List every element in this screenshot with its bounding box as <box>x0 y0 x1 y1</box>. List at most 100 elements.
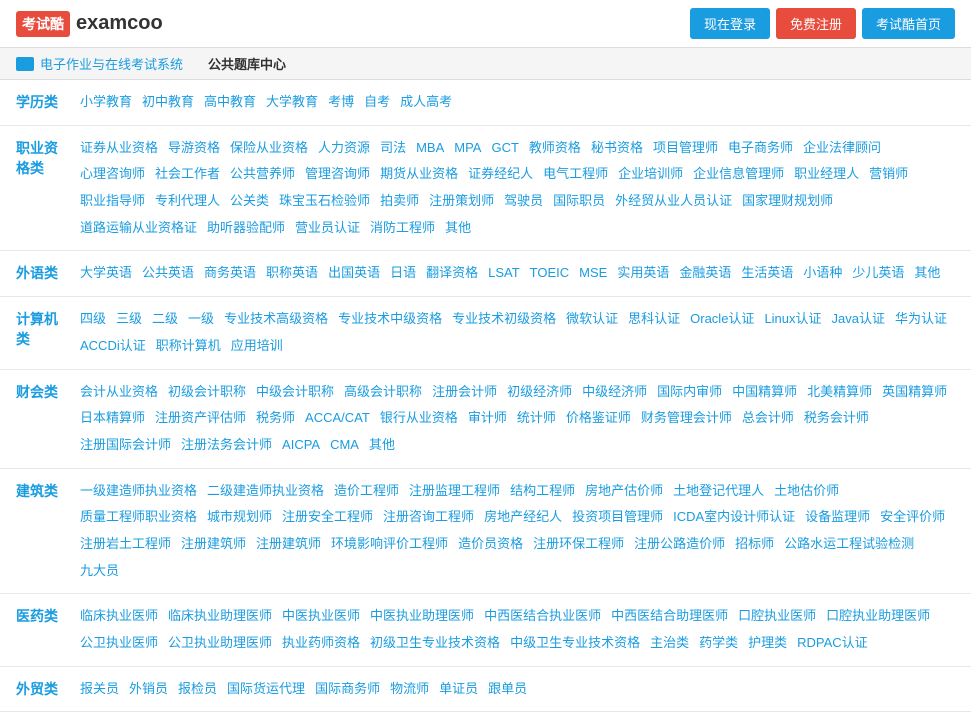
category-link-item[interactable]: 公卫执业医师 <box>80 631 158 656</box>
category-link-item[interactable]: 专业技术中级资格 <box>338 307 442 332</box>
category-link-item[interactable]: 初级经济师 <box>507 380 572 405</box>
category-link-item[interactable]: 其他 <box>445 216 471 241</box>
category-link-item[interactable]: 翻译资格 <box>426 261 478 286</box>
category-link-item[interactable]: 珠宝玉石检验师 <box>279 189 370 214</box>
category-link-item[interactable]: 设备监理师 <box>805 505 870 530</box>
category-link-item[interactable]: 应用培训 <box>231 334 283 359</box>
category-link-item[interactable]: 司法 <box>380 136 406 161</box>
category-link-item[interactable]: 药学类 <box>699 631 738 656</box>
category-link-item[interactable]: 中医执业助理医师 <box>370 604 474 629</box>
category-link-item[interactable]: 注册环保工程师 <box>533 532 624 557</box>
category-link-item[interactable]: 职业经理人 <box>794 162 859 187</box>
category-link-item[interactable]: Oracle认证 <box>690 307 754 332</box>
category-link-item[interactable]: 企业培训师 <box>618 162 683 187</box>
category-link-item[interactable]: 北美精算师 <box>807 380 872 405</box>
category-link-item[interactable]: 会计从业资格 <box>80 380 158 405</box>
category-link-item[interactable]: 注册公路造价师 <box>634 532 725 557</box>
category-link-item[interactable]: 报关员 <box>80 677 119 702</box>
category-link-item[interactable]: 国际货运代理 <box>227 677 305 702</box>
category-link-item[interactable]: 税务师 <box>256 406 295 431</box>
category-link-item[interactable]: 中级卫生专业技术资格 <box>510 631 640 656</box>
category-link-item[interactable]: 二级 <box>152 307 178 332</box>
category-link-item[interactable]: 统计师 <box>517 406 556 431</box>
category-link-item[interactable]: 口腔执业医师 <box>738 604 816 629</box>
category-link-item[interactable]: 电子商务师 <box>728 136 793 161</box>
category-link-item[interactable]: 一级建造师执业资格 <box>80 479 197 504</box>
category-link-item[interactable]: 教师资格 <box>529 136 581 161</box>
category-link-item[interactable]: 实用英语 <box>617 261 669 286</box>
category-link-item[interactable]: 其他 <box>914 261 940 286</box>
category-link-item[interactable]: Linux认证 <box>764 307 821 332</box>
category-link-item[interactable]: 其他 <box>369 433 395 458</box>
category-link-item[interactable]: 公卫执业助理医师 <box>168 631 272 656</box>
category-link-item[interactable]: 思科认证 <box>628 307 680 332</box>
category-link-item[interactable]: 注册岩土工程师 <box>80 532 171 557</box>
category-link-item[interactable]: MSE <box>579 261 607 286</box>
category-link-item[interactable]: 物流师 <box>390 677 429 702</box>
category-link-item[interactable]: 结构工程师 <box>510 479 575 504</box>
category-link-item[interactable]: RDPAC认证 <box>797 631 868 656</box>
category-link-item[interactable]: 中西医结合执业医师 <box>484 604 601 629</box>
category-link-item[interactable]: 微软认证 <box>566 307 618 332</box>
category-link-item[interactable]: 主治类 <box>650 631 689 656</box>
category-link-item[interactable]: 华为认证 <box>895 307 947 332</box>
category-link-item[interactable]: 房地产估价师 <box>585 479 663 504</box>
category-link-item[interactable]: 注册建筑师 <box>181 532 246 557</box>
category-link-item[interactable]: 外销员 <box>129 677 168 702</box>
category-link-item[interactable]: 注册国际会计师 <box>80 433 171 458</box>
category-link-item[interactable]: ICDA室内设计师认证 <box>673 505 795 530</box>
category-link-item[interactable]: 银行从业资格 <box>380 406 458 431</box>
category-link-item[interactable]: 造价员资格 <box>458 532 523 557</box>
category-link-item[interactable]: 中级会计职称 <box>256 380 334 405</box>
category-link-item[interactable]: 生活英语 <box>741 261 793 286</box>
category-link-item[interactable]: 注册策划师 <box>429 189 494 214</box>
category-link-item[interactable]: 日语 <box>390 261 416 286</box>
category-link-item[interactable]: 高中教育 <box>204 90 256 115</box>
category-link-item[interactable]: 注册建筑师 <box>256 532 321 557</box>
category-link-item[interactable]: 国际内审师 <box>657 380 722 405</box>
category-link-item[interactable]: 财务管理会计师 <box>641 406 732 431</box>
category-link-item[interactable]: 跟单员 <box>488 677 527 702</box>
category-link-item[interactable]: 国际职员 <box>553 189 605 214</box>
category-link-item[interactable]: 注册安全工程师 <box>282 505 373 530</box>
category-link-item[interactable]: CMA <box>330 433 359 458</box>
category-link-item[interactable]: 三级 <box>116 307 142 332</box>
category-link-item[interactable]: 大学英语 <box>80 261 132 286</box>
category-link-item[interactable]: 初中教育 <box>142 90 194 115</box>
category-link-item[interactable]: 小语种 <box>803 261 842 286</box>
category-link-item[interactable]: 四级 <box>80 307 106 332</box>
category-link-item[interactable]: 保险从业资格 <box>230 136 308 161</box>
category-link-item[interactable]: 口腔执业助理医师 <box>826 604 930 629</box>
category-link-item[interactable]: Java认证 <box>832 307 885 332</box>
category-link-item[interactable]: 临床执业助理医师 <box>168 604 272 629</box>
category-link-item[interactable]: AICPA <box>282 433 320 458</box>
category-link-item[interactable]: 项目管理师 <box>653 136 718 161</box>
category-link-item[interactable]: 心理咨询师 <box>80 162 145 187</box>
category-link-item[interactable]: ACCDi认证 <box>80 334 146 359</box>
category-link-item[interactable]: 中西医结合助理医师 <box>611 604 728 629</box>
category-link-item[interactable]: 总会计师 <box>742 406 794 431</box>
category-link-item[interactable]: 人力资源 <box>318 136 370 161</box>
category-link-item[interactable]: 小学教育 <box>80 90 132 115</box>
category-link-item[interactable]: LSAT <box>488 261 520 286</box>
category-link-item[interactable]: 临床执业医师 <box>80 604 158 629</box>
breadcrumb-link[interactable]: 电子作业与在线考试系统 <box>40 54 183 73</box>
category-link-item[interactable]: 助听器验配师 <box>207 216 285 241</box>
category-link-item[interactable]: MPA <box>454 136 481 161</box>
category-link-item[interactable]: 护理类 <box>748 631 787 656</box>
category-link-item[interactable]: 职称英语 <box>266 261 318 286</box>
category-link-item[interactable]: 报检员 <box>178 677 217 702</box>
category-link-item[interactable]: 道路运输从业资格证 <box>80 216 197 241</box>
category-link-item[interactable]: 注册监理工程师 <box>409 479 500 504</box>
category-link-item[interactable]: 环境影响评价工程师 <box>331 532 448 557</box>
category-link-item[interactable]: TOEIC <box>530 261 570 286</box>
category-link-item[interactable]: 期货从业资格 <box>380 162 458 187</box>
category-link-item[interactable]: MBA <box>416 136 444 161</box>
category-link-item[interactable]: 证券从业资格 <box>80 136 158 161</box>
category-link-item[interactable]: 城市规划师 <box>207 505 272 530</box>
category-link-item[interactable]: 二级建造师执业资格 <box>207 479 324 504</box>
category-link-item[interactable]: GCT <box>491 136 518 161</box>
category-link-item[interactable]: 投资项目管理师 <box>572 505 663 530</box>
category-link-item[interactable]: 初级卫生专业技术资格 <box>370 631 500 656</box>
category-link-item[interactable]: 公路水运工程试验检测 <box>784 532 914 557</box>
